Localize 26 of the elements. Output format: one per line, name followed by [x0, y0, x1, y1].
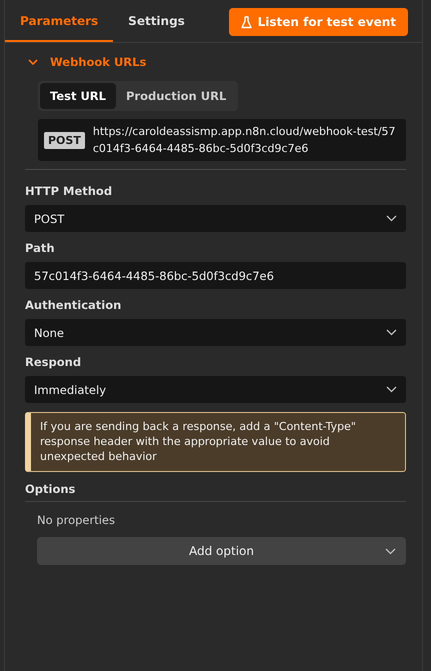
chevron-icon[interactable] — [28, 58, 38, 66]
caret-icon — [386, 386, 397, 393]
select-field[interactable]: None — [25, 319, 406, 346]
method-badge: POST — [44, 132, 85, 148]
field-label: Respond — [25, 355, 82, 369]
field-label: HTTP Method — [25, 184, 114, 198]
select-field[interactable]: POST — [25, 205, 406, 232]
flask-icon — [240, 16, 252, 28]
caret-icon — [386, 329, 397, 336]
input-field[interactable]: 57c014f3-6464-4485-86bc-5d0f3cd9c7e6 — [25, 262, 406, 289]
url-tab[interactable]: Production URL — [116, 83, 236, 109]
add-option-button[interactable]: Add option — [37, 537, 406, 565]
options-title: Options — [25, 482, 406, 502]
notice-text: If you are sending back a response, add a "Content-Type" response header with the appropriate value to avoid unexpected behavior — [40, 420, 356, 463]
tab[interactable]: Settings — [113, 8, 200, 42]
caret-icon — [386, 215, 397, 222]
field-label: Authentication — [25, 298, 122, 312]
tab[interactable]: Parameters — [5, 8, 114, 42]
url-tab[interactable]: Test URL — [40, 83, 116, 109]
webhook-url-box[interactable]: POST https://caroldeassismp.app.n8n.cloud/webhook-test/57c014f3-6464-4485-86bc-5d0f3cd9c7e6 — [38, 119, 406, 161]
section-title[interactable]: Webhook URLs — [50, 55, 146, 69]
select-field[interactable]: Immediately — [25, 376, 406, 403]
caret-icon — [385, 548, 396, 555]
field-label: Path — [25, 241, 56, 255]
webhook-url: https://caroldeassismp.app.n8n.cloud/webhook-test/57c014f3-6464-4485-86bc-5d0f3cd9c7e6 — [92, 124, 397, 157]
empty-text: No properties — [37, 513, 116, 527]
